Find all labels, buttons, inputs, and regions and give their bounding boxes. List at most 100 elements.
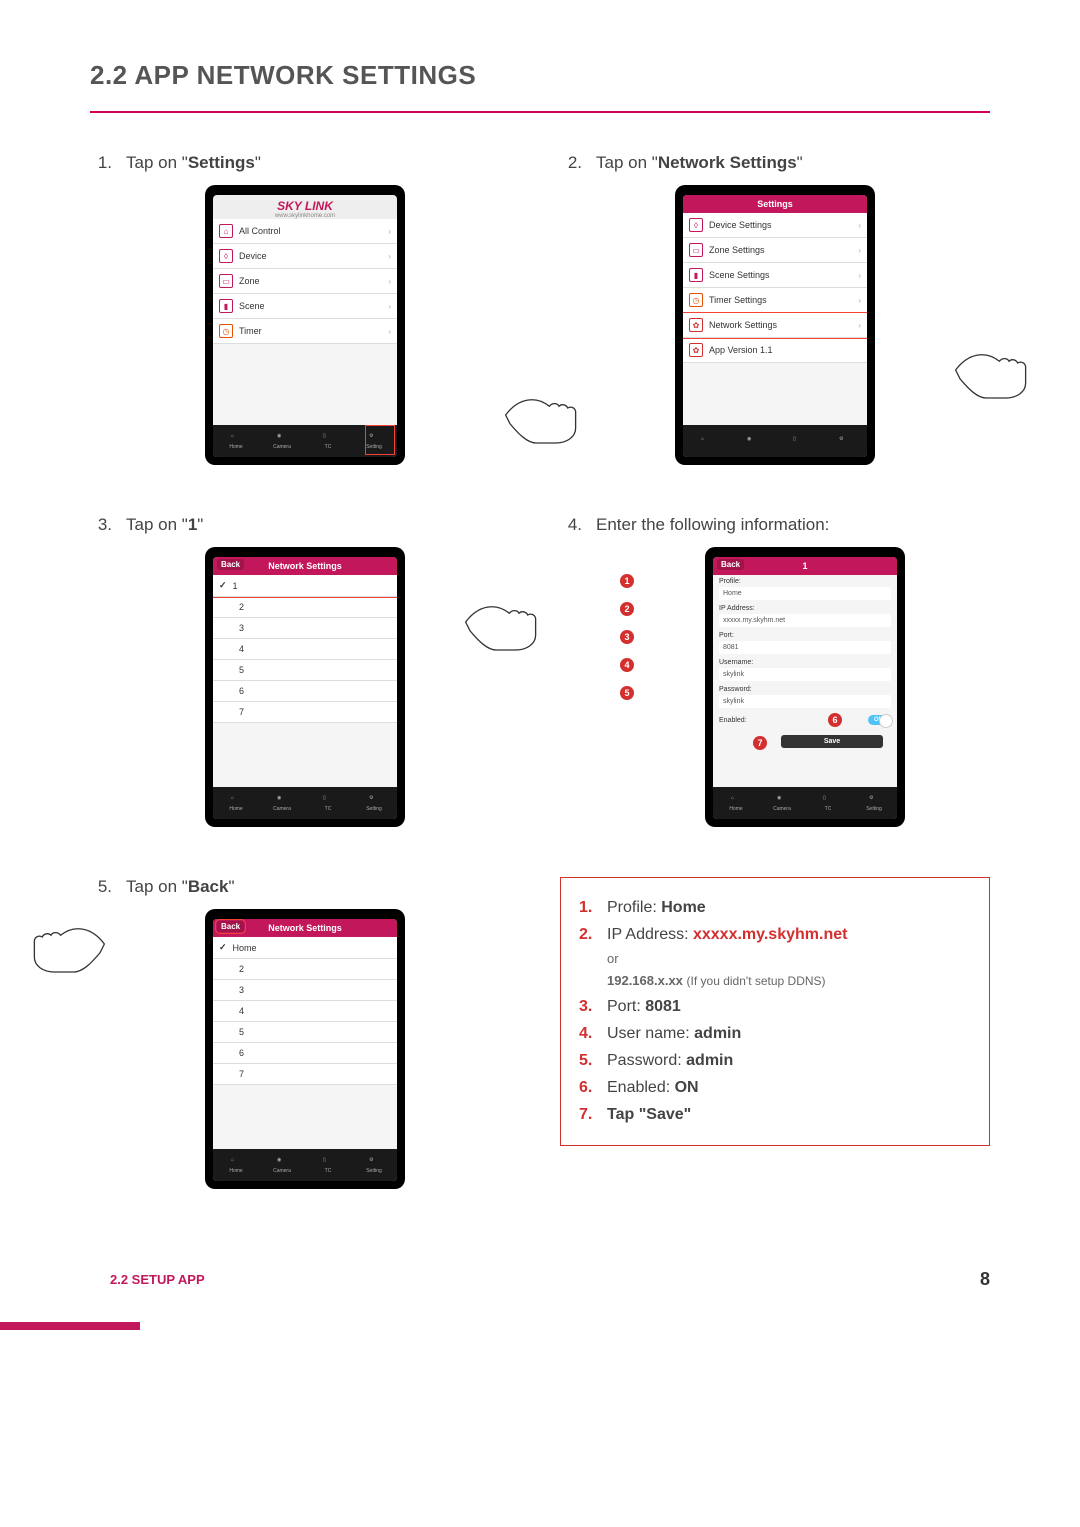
phone-mock-4: Back1 Profile: Home IP Address: xxxxx.my… [705, 547, 905, 827]
step-num: 2. [560, 153, 582, 173]
tab-camera[interactable]: ◉Camera [259, 787, 305, 819]
content-grid: 1. Tap on "Settings" SKY LINK www.skylin… [90, 153, 990, 1189]
screen-title: BackNetwork Settings [213, 557, 397, 575]
row-network-settings[interactable]: ✿Network Settings› [683, 313, 867, 338]
profile-input[interactable]: Home [719, 587, 891, 600]
tab-camera[interactable]: ◉ [729, 425, 775, 457]
info-num: 1. [579, 894, 597, 921]
tab-tc[interactable]: ▯TC [305, 425, 351, 457]
profile-row-3[interactable]: 3 [213, 980, 397, 1001]
row-device-settings[interactable]: ◊Device Settings› [683, 213, 867, 238]
tab-home[interactable]: ⌂Home [713, 787, 759, 819]
enabled-toggle[interactable]: ON [868, 715, 891, 725]
footer-accent [0, 1322, 140, 1330]
tab-camera[interactable]: ◉Camera [759, 787, 805, 819]
tab-tc[interactable]: ▯TC [805, 787, 851, 819]
tab-home[interactable]: ⌂Home [213, 1149, 259, 1181]
tab-setting[interactable]: ⚙Setting [351, 1149, 397, 1181]
ip-label: IP Address: [713, 602, 897, 612]
profile-row-1[interactable]: ✓1 [213, 575, 397, 597]
menu-device[interactable]: ◊Device› [213, 244, 397, 269]
profile-row-6[interactable]: 6 [213, 681, 397, 702]
phone-mock-3: BackNetwork Settings ✓1 2 3 4 5 6 7 ⌂Hom… [205, 547, 405, 827]
section-heading: 2.2 APP NETWORK SETTINGS [90, 60, 990, 91]
back-button[interactable]: Back [717, 559, 744, 570]
hand-pointer-icon [460, 587, 550, 662]
username-label: Username: [713, 656, 897, 666]
step-num: 4. [560, 515, 582, 535]
save-button[interactable]: Save [781, 735, 883, 748]
tab-tc[interactable]: ▯ [775, 425, 821, 457]
step-num: 5. [90, 877, 112, 897]
tab-setting[interactable]: ⚙Setting [351, 787, 397, 819]
port-input[interactable]: 8081 [719, 641, 891, 654]
callout-5: 5 [620, 686, 634, 700]
step-num: 3. [90, 515, 112, 535]
enabled-row: Enabled: 6 ON [713, 710, 897, 727]
password-input[interactable]: skylink [719, 695, 891, 708]
tab-camera[interactable]: ◉Camera [259, 1149, 305, 1181]
profile-row-5[interactable]: 5 [213, 1022, 397, 1043]
menu-zone[interactable]: ▭Zone› [213, 269, 397, 294]
callout-3: 3 [620, 630, 634, 644]
back-button[interactable]: Back [217, 559, 244, 570]
profile-row-2[interactable]: 2 [213, 597, 397, 618]
highlight-settings-tab [365, 425, 395, 455]
profile-row-3[interactable]: 3 [213, 618, 397, 639]
step-3-label: 3. Tap on "1" [90, 515, 520, 535]
hand-pointer-icon [950, 335, 1040, 410]
phone-mock-1: SKY LINK www.skylinkhome.com ⌂All Contro… [205, 185, 405, 465]
tab-setting[interactable]: ⚙ [821, 425, 867, 457]
step-2: 2. Tap on "Network Settings" Settings ◊D… [560, 153, 990, 465]
profile-row-5[interactable]: 5 [213, 660, 397, 681]
menu-scene[interactable]: ▮Scene› [213, 294, 397, 319]
menu-timer[interactable]: ◷Timer› [213, 319, 397, 344]
profile-row-6[interactable]: 6 [213, 1043, 397, 1064]
tab-home[interactable]: ⌂ [683, 425, 729, 457]
step-2-label: 2. Tap on "Network Settings" [560, 153, 990, 173]
phone-mock-5: BackNetwork Settings ✓Home 2 3 4 5 6 7 ⌂… [205, 909, 405, 1189]
info-num: 6. [579, 1074, 597, 1101]
tab-camera[interactable]: ◉Camera [259, 425, 305, 457]
divider [90, 111, 990, 113]
step-text: Enter the following information: [596, 515, 829, 535]
step-3: 3. Tap on "1" BackNetwork Settings ✓1 2 … [90, 515, 520, 827]
back-button[interactable]: Back [217, 921, 244, 932]
info-box-wrap: 1.Profile: Home 2.IP Address: xxxxx.my.s… [560, 877, 990, 1189]
info-num: 3. [579, 993, 597, 1020]
info-box: 1.Profile: Home 2.IP Address: xxxxx.my.s… [560, 877, 990, 1146]
callout-4: 4 [620, 658, 634, 672]
menu-all-control[interactable]: ⌂All Control› [213, 219, 397, 244]
callout-1: 1 [620, 574, 634, 588]
profile-row-7[interactable]: 7 [213, 1064, 397, 1085]
screen-title: Settings [683, 195, 867, 213]
footer-section: 2.2 SETUP APP [110, 1272, 205, 1287]
app-logo: SKY LINK www.skylinkhome.com [213, 195, 397, 219]
profile-row-4[interactable]: 4 [213, 1001, 397, 1022]
username-input[interactable]: skylink [719, 668, 891, 681]
row-zone-settings[interactable]: ▭Zone Settings› [683, 238, 867, 263]
info-num: 5. [579, 1047, 597, 1074]
step-5-label: 5. Tap on "Back" [90, 877, 520, 897]
callout-6: 6 [828, 713, 842, 727]
row-scene-settings[interactable]: ▮Scene Settings› [683, 263, 867, 288]
profile-row-7[interactable]: 7 [213, 702, 397, 723]
tab-setting[interactable]: ⚙Setting [851, 787, 897, 819]
password-label: Password: [713, 683, 897, 693]
tab-home[interactable]: ⌂Home [213, 787, 259, 819]
profile-row-4[interactable]: 4 [213, 639, 397, 660]
tab-tc[interactable]: ▯TC [305, 787, 351, 819]
profile-row-home[interactable]: ✓Home [213, 937, 397, 959]
tab-home[interactable]: ⌂Home [213, 425, 259, 457]
row-app-version: ✿App Version 1.1 [683, 338, 867, 363]
ip-input[interactable]: xxxxx.my.skyhm.net [719, 614, 891, 627]
profile-row-2[interactable]: 2 [213, 959, 397, 980]
tab-tc[interactable]: ▯TC [305, 1149, 351, 1181]
step-4-label: 4. Enter the following information: [560, 515, 990, 535]
info-num: 4. [579, 1020, 597, 1047]
info-num: 7. [579, 1101, 597, 1128]
callout-7: 7 [753, 736, 767, 750]
port-label: Port: [713, 629, 897, 639]
step-text: Tap on "1" [126, 515, 203, 535]
row-timer-settings[interactable]: ◷Timer Settings› [683, 288, 867, 313]
